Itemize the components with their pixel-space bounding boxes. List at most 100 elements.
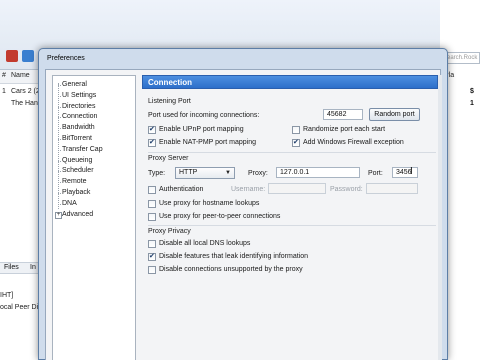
tree-item-label: Transfer Cap [62, 145, 103, 153]
tree-item-label: General [62, 81, 87, 88]
disable-unsupported-checkbox[interactable] [148, 266, 156, 274]
tree-connector [58, 193, 61, 194]
tree-item-label: UI Settings [62, 91, 97, 99]
divider [148, 152, 436, 153]
tree-item-label: Remote [62, 178, 87, 186]
proxy-privacy-heading: Proxy Privacy [148, 228, 191, 235]
tree-item-general[interactable]: General [62, 80, 87, 90]
firewall-label: Add Windows Firewall exception [303, 139, 404, 146]
username-input[interactable] [268, 183, 326, 194]
disable-leak-label: Disable features that leak identifying i… [159, 253, 309, 260]
firewall-checkbox[interactable] [292, 138, 300, 148]
tree-item-advanced[interactable]: Advanced [62, 210, 93, 220]
proxy-port-input[interactable]: 3456 [392, 167, 418, 178]
tree-item-bittorrent[interactable]: BitTorrent [62, 134, 92, 144]
add-torrent-icon[interactable] [6, 50, 18, 62]
tree-connector [58, 139, 61, 140]
tree-item-label: Playback [62, 189, 91, 196]
link-icon[interactable] [22, 50, 34, 62]
right-value: 1 [470, 100, 474, 107]
tree-connector [58, 182, 61, 184]
disable-unsupported-label: Disable connections unsupported by the p… [159, 266, 303, 273]
disable-leak-checkbox[interactable] [148, 252, 156, 262]
username-label: Username: [231, 186, 266, 193]
tab-files[interactable]: Files [4, 264, 19, 271]
tree-item-bandwidth[interactable]: Bandwidth [62, 123, 95, 133]
listening-port-heading: Listening Port [148, 98, 191, 105]
expand-icon[interactable]: + [55, 211, 62, 219]
tree-item-label: Connection [62, 113, 98, 121]
tree-connector [58, 85, 61, 86]
tree-item-dna[interactable]: DNA [62, 199, 77, 209]
text-cursor-icon: I [410, 166, 413, 177]
proxy-type-value: HTTP [179, 169, 198, 176]
natpmp-label: Enable NAT-PMP port mapping [159, 139, 257, 146]
tree-connector [58, 160, 61, 162]
randomize-port-label: Randomize port each start [303, 126, 386, 133]
row-number: 1 [2, 88, 6, 95]
panel-header: Connection [142, 75, 438, 89]
authentication-checkbox[interactable] [148, 186, 156, 194]
listening-port-input[interactable]: 45682 [323, 109, 363, 120]
column-number[interactable]: # [2, 72, 6, 79]
tree-connector [58, 128, 61, 130]
dialog-title: Preferences [47, 55, 85, 62]
preferences-tree: General UI Settings Directories Connection B… [52, 75, 136, 360]
tree-connector [58, 203, 61, 205]
tree-item-directories[interactable]: Directories [62, 102, 95, 112]
tab-info[interactable]: In [30, 264, 36, 271]
tree-item-playback[interactable]: Playback [62, 188, 90, 198]
column-name[interactable]: Name [11, 72, 30, 79]
proxy-type-label: Type: [148, 170, 166, 177]
tree-connector [58, 149, 61, 151]
hostname-lookups-label: Use proxy for hostname lookups [159, 200, 260, 207]
dialog-body: General UI Settings Directories Connection B… [45, 69, 442, 360]
tree-connector [58, 106, 61, 108]
password-input[interactable] [366, 183, 418, 194]
bottom-line: ocal Peer Di [0, 304, 39, 311]
tree-item-label: Advanced [62, 210, 94, 218]
tree-item-queueing[interactable]: Queueing [62, 156, 92, 166]
tree-item-scheduler[interactable]: Scheduler [62, 166, 94, 176]
proxy-port-label: Port: [368, 170, 383, 177]
upnp-label: Enable UPnP port mapping [159, 126, 244, 133]
bottom-line: IHT] [0, 292, 14, 299]
tree-item-label: Directories [62, 102, 96, 110]
password-label: Password: [330, 186, 363, 193]
screen: # Name 1 Cars 2 (2( The Hang Files In IH… [0, 0, 480, 360]
peer-connections-checkbox[interactable] [148, 213, 156, 221]
preferences-dialog: Preferences General UI Settings Directorie… [38, 48, 448, 360]
tree-item-label: Scheduler [62, 167, 94, 175]
tree-item-label: DNA [62, 199, 77, 207]
natpmp-checkbox[interactable] [148, 138, 156, 148]
authentication-label: Authentication [159, 186, 204, 193]
tree-item-transfer-cap[interactable]: Transfer Cap [62, 145, 103, 155]
disable-dns-checkbox[interactable] [148, 240, 156, 248]
tree-item-ui-settings[interactable]: UI Settings [62, 91, 96, 101]
tree-connector [58, 83, 59, 209]
port-label: Port used for incoming connections: [148, 112, 260, 119]
hostname-lookups-checkbox[interactable] [148, 200, 156, 208]
divider [148, 225, 436, 226]
tree-item-label: Bandwidth [62, 124, 95, 132]
proxy-type-select[interactable]: HTTP ▼ [175, 167, 235, 179]
proxy-host-input[interactable]: 127.0.0.1 [276, 167, 360, 178]
tree-item-remote[interactable]: Remote [62, 177, 87, 187]
tree-connector [58, 95, 61, 97]
tree-item-label: Queueing [62, 156, 93, 164]
upnp-checkbox[interactable] [148, 125, 156, 135]
tree-item-label: BitTorrent [62, 135, 92, 142]
proxy-host-label: Proxy: [248, 170, 268, 177]
panel-scrollbar[interactable] [438, 75, 442, 360]
panel-title: Connection [148, 78, 192, 87]
search-input[interactable]: earch.Rock [444, 52, 480, 64]
random-port-button[interactable]: Random port [369, 108, 420, 121]
right-value: $ [470, 88, 474, 95]
disable-dns-label: Disable all local DNS lookups [159, 240, 251, 247]
tree-item-connection[interactable]: Connection [62, 112, 98, 122]
chevron-down-icon: ▼ [225, 170, 231, 176]
proxy-server-heading: Proxy Server [148, 155, 189, 162]
randomize-port-checkbox[interactable] [292, 126, 300, 134]
peer-connections-label: Use proxy for peer-to-peer connections [159, 213, 281, 220]
tree-connector [58, 171, 61, 173]
